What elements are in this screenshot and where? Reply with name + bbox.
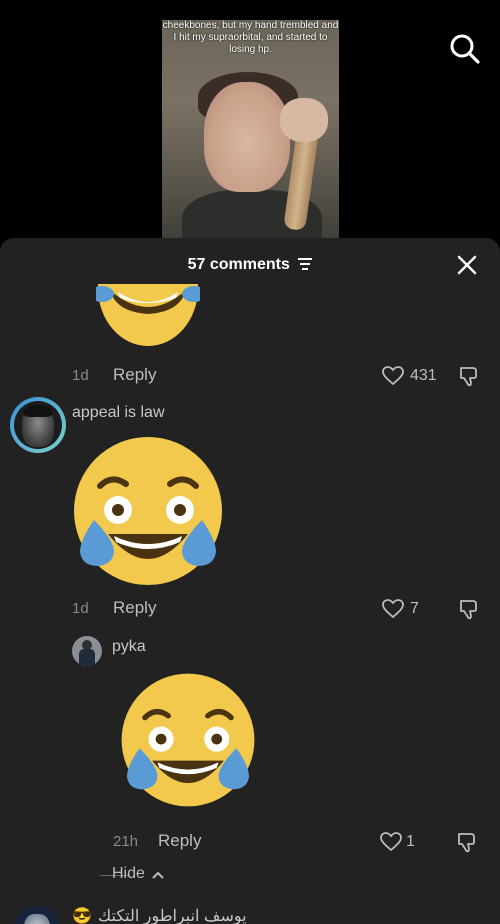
- dislike-icon[interactable]: [458, 598, 480, 620]
- reply-meta-row: 21h Reply 1: [0, 830, 500, 854]
- video-frame[interactable]: cheekbones, but my hand trembled and I h…: [162, 20, 339, 250]
- tears-of-joy-emoji-icon: [74, 437, 222, 585]
- comment-username[interactable]: يوسف انبراطور التكتك: [98, 906, 247, 924]
- like-count: 7: [410, 600, 419, 617]
- sort-icon[interactable]: [298, 258, 313, 270]
- dislike-icon[interactable]: [458, 365, 480, 387]
- avatar[interactable]: [14, 906, 60, 924]
- chevron-up-icon: [152, 871, 164, 879]
- reply-button[interactable]: Reply: [113, 598, 156, 618]
- reply-username[interactable]: руkа: [112, 638, 146, 656]
- laughing-emoji-icon: [96, 284, 200, 346]
- comment-meta-row: 1d Reply 431: [0, 364, 500, 388]
- video-person-face: [204, 82, 290, 192]
- close-icon[interactable]: [456, 254, 478, 276]
- comment-time: 1d: [72, 600, 89, 617]
- like-count: 1: [406, 833, 415, 850]
- heart-icon[interactable]: [382, 366, 404, 386]
- tears-of-joy-emoji-icon: [121, 673, 255, 807]
- reply-time: 21h: [113, 833, 139, 850]
- like-count: 431: [410, 367, 437, 384]
- hide-replies-button[interactable]: Hide: [72, 863, 192, 887]
- comment-time: 1d: [72, 367, 89, 384]
- comment-count-text: 57 comments: [187, 256, 290, 273]
- video-caption: cheekbones, but my hand trembled and I h…: [162, 20, 339, 55]
- comments-header: 57 comments: [0, 238, 500, 290]
- comment-meta-row: 1d Reply 7: [0, 597, 500, 621]
- search-icon[interactable]: [448, 32, 482, 66]
- dislike-icon[interactable]: [456, 831, 478, 853]
- sunglasses-emoji-icon: 😎: [72, 908, 92, 924]
- comment-count-label[interactable]: 57 comments: [0, 256, 500, 274]
- hide-label: Hide: [112, 865, 145, 882]
- video-player[interactable]: cheekbones, but my hand trembled and I h…: [0, 0, 500, 260]
- heart-icon[interactable]: [382, 599, 404, 619]
- comment-username[interactable]: appeal is law: [72, 404, 165, 422]
- avatar[interactable]: [10, 397, 66, 453]
- reply-button[interactable]: Reply: [158, 831, 201, 851]
- video-hand: [280, 98, 328, 142]
- reply-avatar[interactable]: [72, 636, 102, 666]
- heart-icon[interactable]: [380, 832, 402, 852]
- comments-sheet: 57 comments 1d Reply 431 appeal is law 1…: [0, 238, 500, 924]
- reply-button[interactable]: Reply: [113, 365, 156, 385]
